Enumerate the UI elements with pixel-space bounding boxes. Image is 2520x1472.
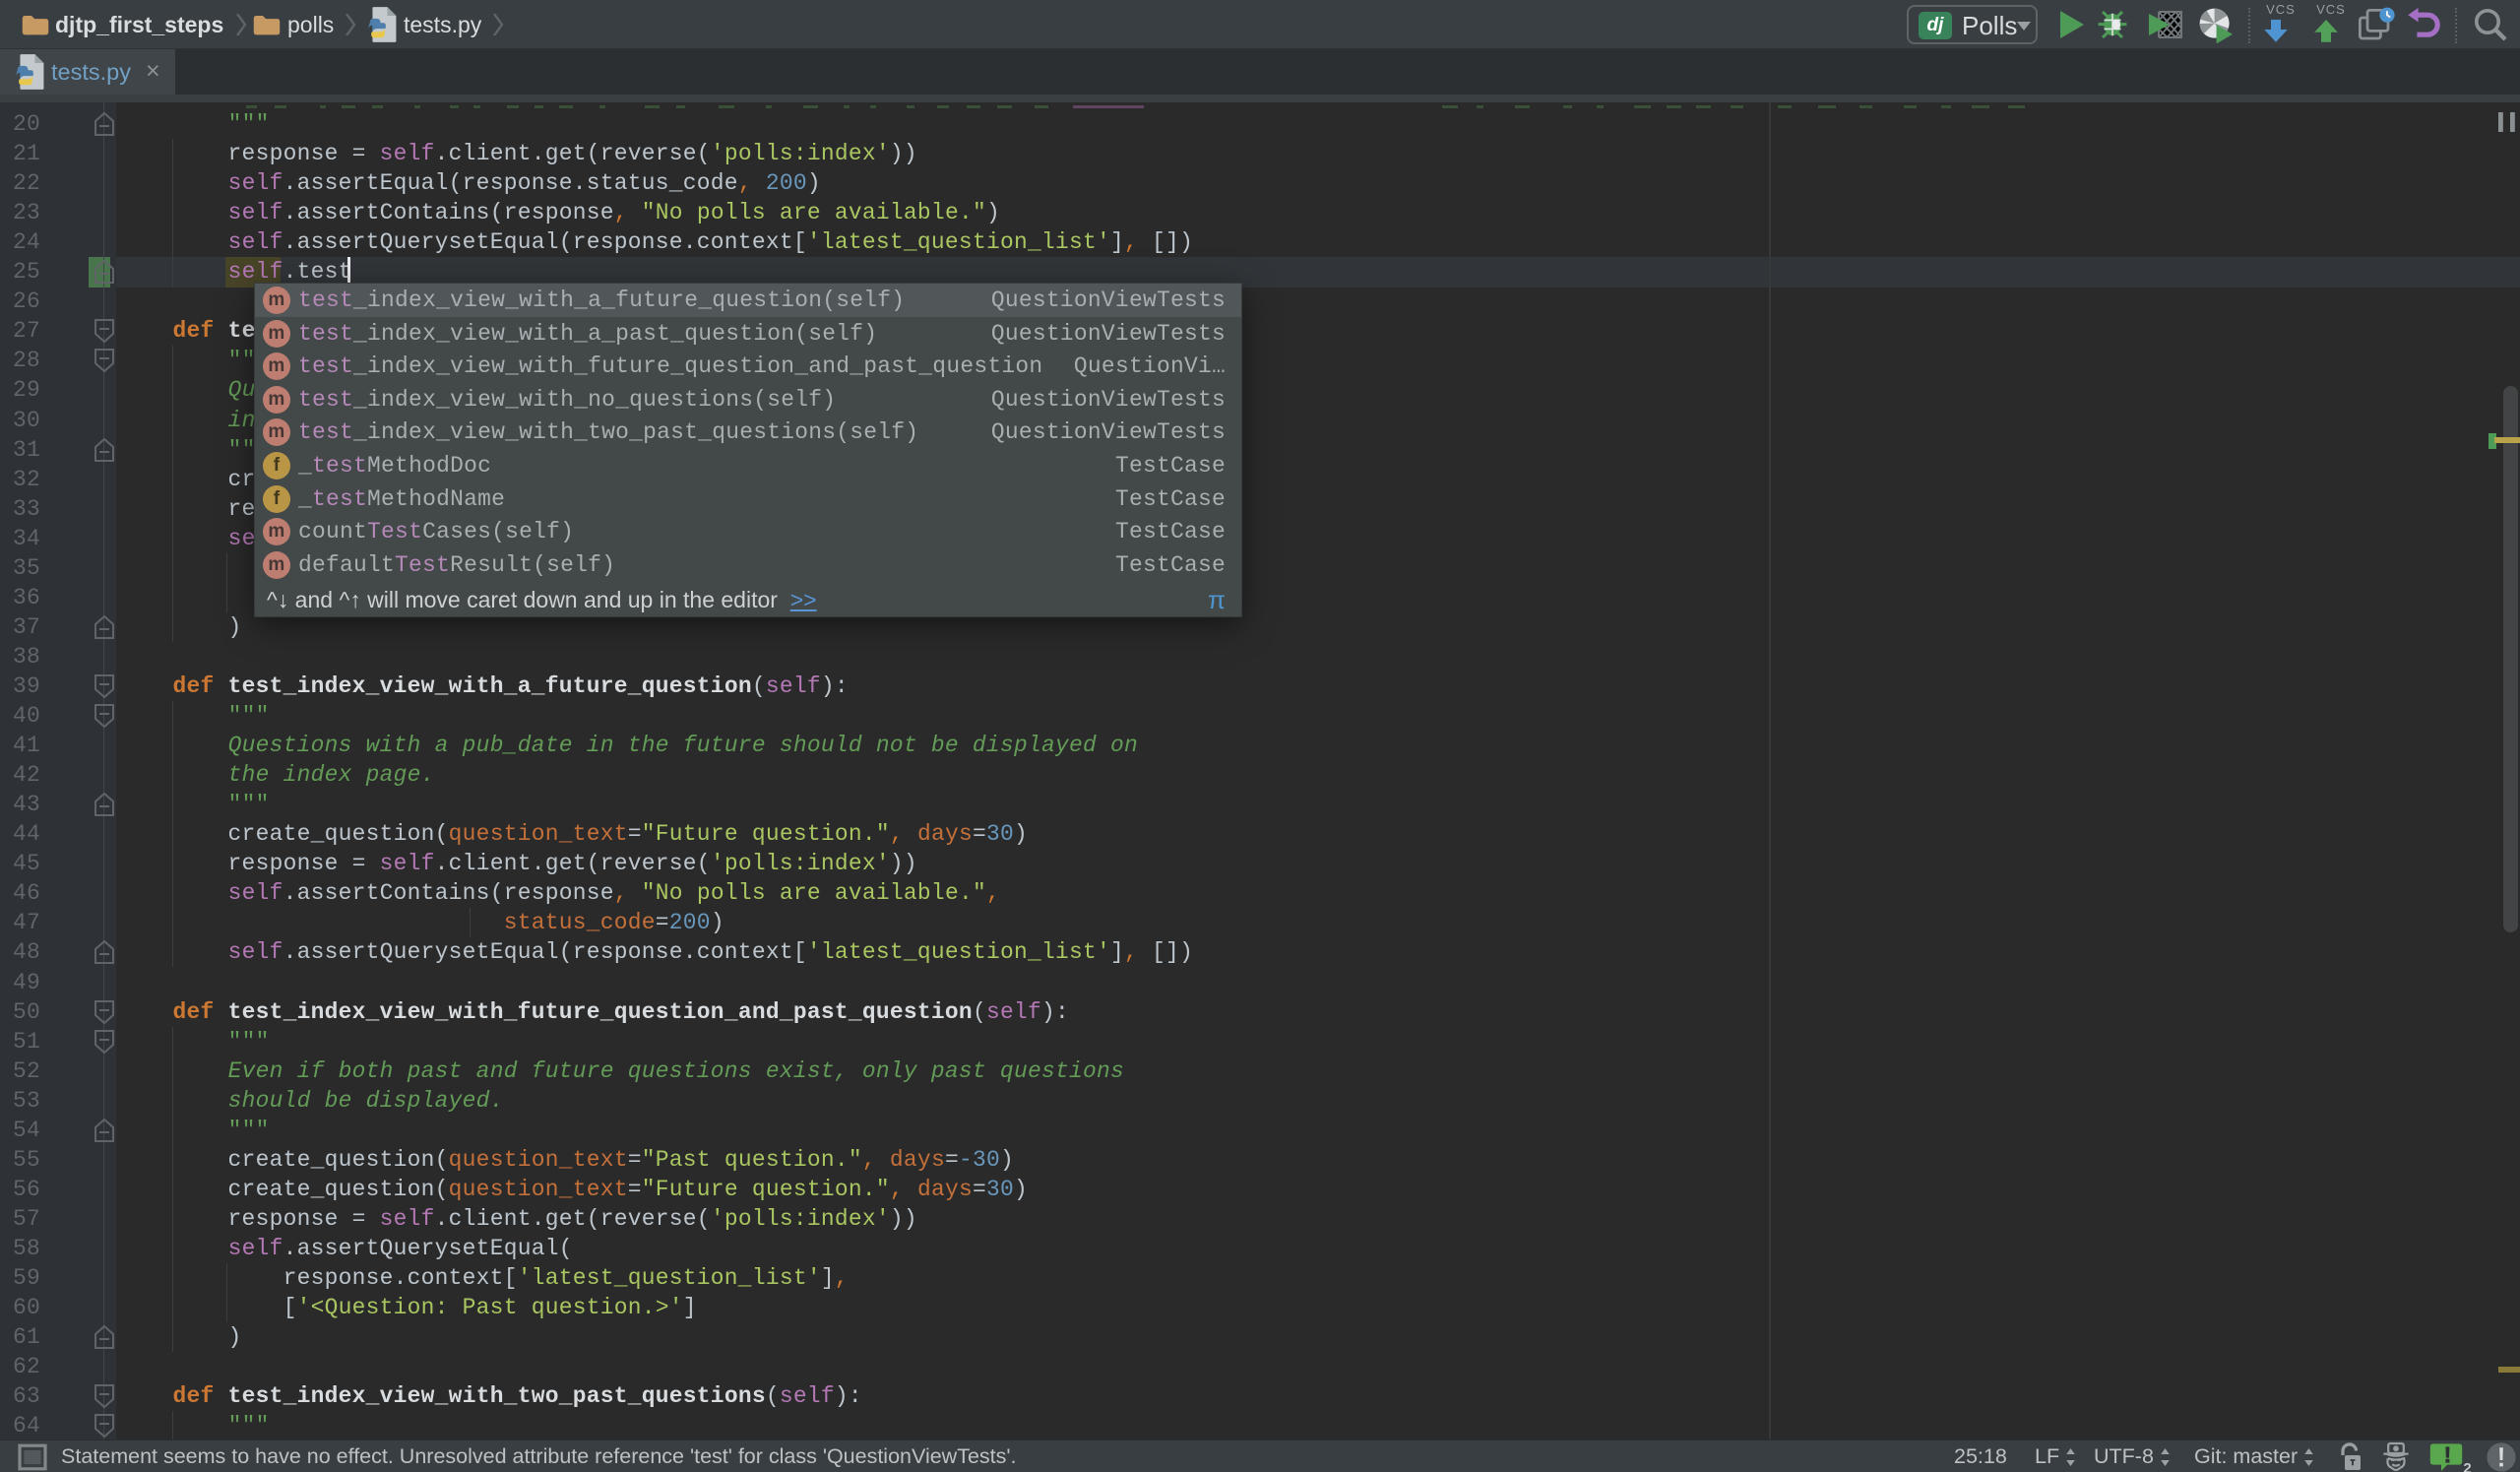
svg-text:2: 2 <box>2463 1460 2471 1472</box>
